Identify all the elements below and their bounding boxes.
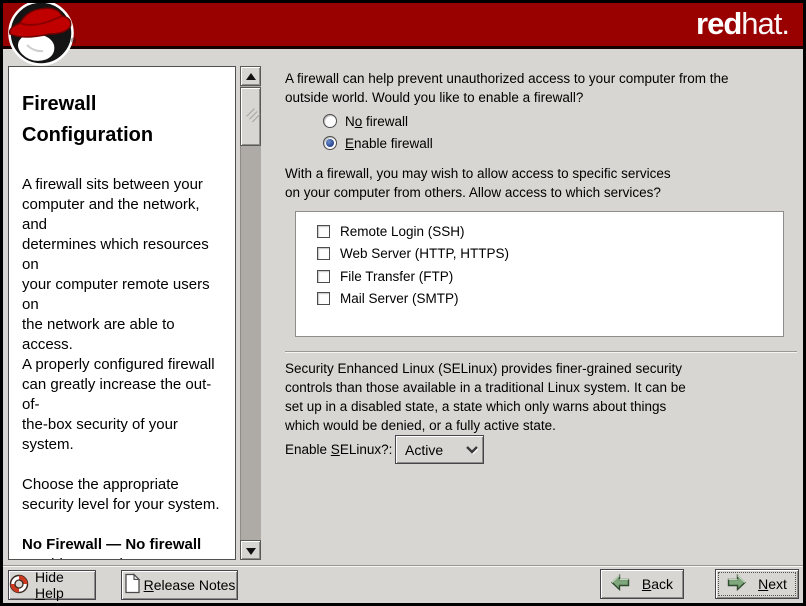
service-checkbox[interactable]: [317, 292, 330, 305]
service-checkbox[interactable]: [317, 225, 330, 238]
help-paragraph-2: Choose the appropriate security level fo…: [22, 475, 222, 515]
service-label: Remote Login (SSH): [340, 224, 465, 239]
redhat-shadowman-logo-icon: ®: [5, 3, 79, 74]
release-notes-button[interactable]: Release Notes: [121, 570, 238, 600]
help-scrollbar[interactable]: [240, 66, 261, 560]
radio-no-firewall-label: No firewall: [345, 114, 408, 129]
arrow-up-icon: [246, 73, 256, 80]
radio-enable-firewall[interactable]: Enable firewall: [323, 133, 433, 153]
selinux-dropdown-value: Active: [396, 442, 461, 458]
redhat-wordmark: redhat.: [696, 6, 789, 42]
scroll-down-button[interactable]: [240, 540, 261, 560]
service-row: Web Server (HTTP, HTTPS): [317, 243, 783, 266]
back-arrow-icon: [611, 574, 630, 594]
service-checkbox[interactable]: [317, 247, 330, 260]
installer-window: redhat. ® Firewall Configuration A firew…: [0, 0, 806, 606]
help-paragraph-1: A firewall sits between your computer an…: [22, 175, 222, 455]
redhat-wordmark-light: hat.: [741, 6, 789, 41]
next-button[interactable]: Next: [715, 569, 799, 599]
release-notes-label: Release Notes: [144, 577, 236, 593]
redhat-wordmark-bold: red: [696, 6, 741, 41]
top-banner: redhat.: [3, 3, 803, 49]
scrollbar-grip: [246, 108, 254, 116]
next-label: Next: [758, 576, 787, 592]
svg-text:®: ®: [71, 37, 77, 45]
footer-separator: [3, 565, 803, 567]
service-label: Web Server (HTTP, HTTPS): [340, 246, 509, 261]
next-arrow-icon: [727, 574, 746, 594]
help-paragraph-3: No Firewall — No firewall provides compl…: [22, 535, 222, 560]
service-label: File Transfer (FTP): [340, 269, 453, 284]
radio-no-firewall[interactable]: No firewall: [323, 111, 408, 131]
radio-enable-firewall-label: Enable firewall: [345, 136, 433, 151]
selinux-dropdown[interactable]: Active: [395, 435, 484, 464]
firewall-intro-text: A firewall can help prevent unauthorized…: [285, 69, 728, 107]
service-label: Mail Server (SMTP): [340, 291, 459, 306]
dropdown-arrow-icon: [461, 436, 483, 463]
back-label: Back: [642, 576, 673, 592]
help-panel: Firewall Configuration A firewall sits b…: [8, 66, 236, 560]
help-paragraph-3-rest: provides complete access to your system …: [22, 556, 219, 560]
radio-button-icon[interactable]: [323, 136, 337, 150]
service-row: Remote Login (SSH): [317, 220, 783, 243]
service-checkbox[interactable]: [317, 270, 330, 283]
help-paragraph-3-bold: No Firewall — No firewall: [22, 536, 201, 553]
hide-help-button[interactable]: Hide Help: [8, 570, 96, 600]
selinux-separator: [285, 351, 797, 353]
scrollbar-thumb[interactable]: [240, 87, 261, 146]
arrow-down-icon: [246, 548, 256, 555]
radio-button-icon[interactable]: [323, 114, 337, 128]
services-intro-text: With a firewall, you may wish to allow a…: [285, 164, 671, 202]
selinux-description-text: Security Enhanced Linux (SELinux) provid…: [285, 359, 686, 435]
selinux-label: Enable SELinux?:: [285, 435, 392, 464]
service-row: File Transfer (FTP): [317, 265, 783, 288]
document-icon: [124, 573, 141, 597]
window-frame: redhat. ® Firewall Configuration A firew…: [3, 3, 803, 603]
services-list: Remote Login (SSH) Web Server (HTTP, HTTP…: [295, 211, 784, 337]
life-preserver-icon: [9, 574, 29, 597]
service-row: Mail Server (SMTP): [317, 288, 783, 311]
back-button[interactable]: Back: [600, 569, 684, 599]
help-title: Firewall Configuration: [22, 89, 222, 151]
scroll-up-button[interactable]: [240, 66, 261, 86]
hide-help-label: Hide Help: [35, 569, 95, 601]
